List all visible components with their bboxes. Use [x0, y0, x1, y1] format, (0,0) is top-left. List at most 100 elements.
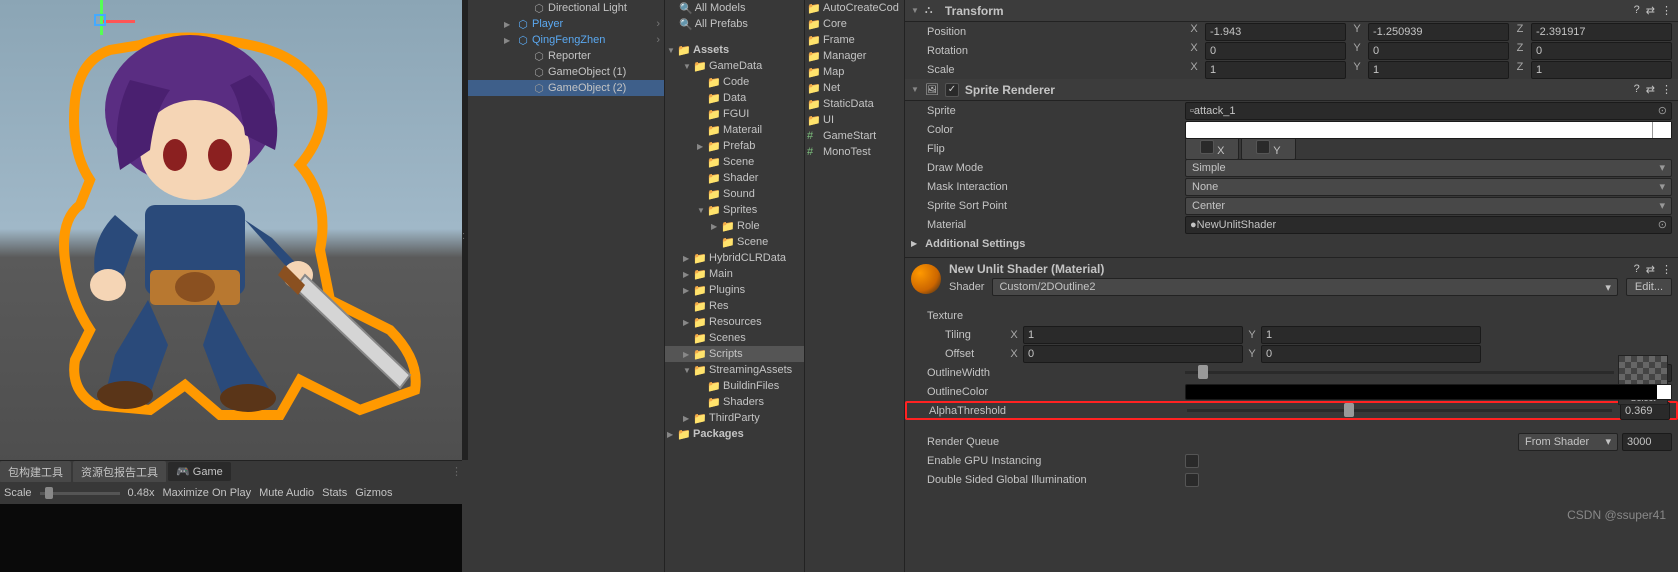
- transform-header[interactable]: ▼ ⛬ Transform ?⇄⋮: [905, 0, 1678, 22]
- asset-item-0[interactable]: ▼📁GameData: [665, 58, 804, 74]
- hierarchy-item-3[interactable]: ⬡Reporter: [468, 48, 664, 64]
- position-z[interactable]: -2.391917: [1531, 23, 1672, 41]
- folder-item-1[interactable]: 📁Core: [805, 16, 904, 32]
- folder-item-0[interactable]: 📁AutoCreateCod: [805, 0, 904, 16]
- offset-x[interactable]: 0: [1023, 345, 1243, 363]
- folder-item-3[interactable]: 📁Manager: [805, 48, 904, 64]
- pkg-report-btn[interactable]: 资源包报告工具: [73, 461, 166, 483]
- maximize-toggle[interactable]: Maximize On Play: [162, 487, 251, 499]
- menu-icon[interactable]: ⋮: [1661, 83, 1672, 96]
- alpha-slider[interactable]: [1187, 409, 1612, 412]
- asset-item-18[interactable]: ▶📁Scripts: [665, 346, 804, 362]
- folder-item-5[interactable]: 📁Net: [805, 80, 904, 96]
- asset-item-16[interactable]: ▶📁Resources: [665, 314, 804, 330]
- asset-item-9[interactable]: ▼📁Sprites: [665, 202, 804, 218]
- gpu-instancing-cb[interactable]: [1185, 454, 1199, 468]
- folder-item-2[interactable]: 📁Frame: [805, 32, 904, 48]
- folder-item-6[interactable]: 📁StaticData: [805, 96, 904, 112]
- asset-item-6[interactable]: 📁Scene: [665, 154, 804, 170]
- asset-item-11[interactable]: 📁Scene: [665, 234, 804, 250]
- help-icon[interactable]: ?: [1634, 263, 1640, 276]
- position-y[interactable]: -1.250939: [1368, 23, 1509, 41]
- asset-item-8[interactable]: 📁Sound: [665, 186, 804, 202]
- flip-y[interactable]: Y: [1241, 137, 1295, 160]
- panel-divider[interactable]: [462, 0, 468, 460]
- render-queue-dd[interactable]: From Shader: [1518, 433, 1618, 451]
- asset-item-2[interactable]: 📁Data: [665, 90, 804, 106]
- game-tab[interactable]: 🎮 Game: [168, 462, 231, 481]
- folder-content-panel[interactable]: 📁AutoCreateCod📁Core📁Frame📁Manager📁Map📁Ne…: [804, 0, 904, 572]
- folder-item-7[interactable]: 📁UI: [805, 112, 904, 128]
- rotation-x[interactable]: 0: [1205, 42, 1346, 60]
- sprite-renderer-header[interactable]: ▼ 🖼 Sprite Renderer ?⇄⋮: [905, 79, 1678, 101]
- asset-item-17[interactable]: 📁Scenes: [665, 330, 804, 346]
- asset-item-5[interactable]: ▶📁Prefab: [665, 138, 804, 154]
- outline-width-slider[interactable]: [1185, 371, 1614, 374]
- menu-icon[interactable]: ⋮: [1661, 263, 1672, 276]
- material-field[interactable]: ●NewUnlitShader: [1185, 216, 1672, 234]
- scale-x[interactable]: 1: [1205, 61, 1346, 79]
- tiling-y[interactable]: 1: [1261, 326, 1481, 344]
- scale-slider[interactable]: [40, 492, 120, 495]
- asset-item-14[interactable]: ▶📁Plugins: [665, 282, 804, 298]
- scene-view[interactable]: 包构建工具 资源包报告工具 🎮 Game ⋮ Scale 0.48x Maxim…: [0, 0, 462, 572]
- packages-root[interactable]: ▶📁Packages: [665, 426, 804, 442]
- search-all-prefabs[interactable]: 🔍All Prefabs: [665, 16, 804, 32]
- outline-color-field[interactable]: [1185, 384, 1672, 400]
- edit-shader-btn[interactable]: Edit...: [1626, 278, 1672, 296]
- folder-item-9[interactable]: #MonoTest: [805, 144, 904, 160]
- asset-item-1[interactable]: 📁Code: [665, 74, 804, 90]
- asset-item-22[interactable]: ▶📁ThirdParty: [665, 410, 804, 426]
- position-x[interactable]: -1.943: [1205, 23, 1346, 41]
- hierarchy-item-4[interactable]: ⬡GameObject (1): [468, 64, 664, 80]
- sprite-renderer-enable[interactable]: [945, 83, 959, 97]
- asset-item-10[interactable]: ▶📁Role: [665, 218, 804, 234]
- project-panel[interactable]: 🔍All Models 🔍All Prefabs ▼📁Assets ▼📁Game…: [664, 0, 804, 572]
- asset-item-15[interactable]: 📁Res: [665, 298, 804, 314]
- tiling-x[interactable]: 1: [1023, 326, 1243, 344]
- additional-settings[interactable]: Additional Settings: [925, 238, 1025, 250]
- flip-x[interactable]: X: [1185, 137, 1239, 160]
- hierarchy-item-1[interactable]: ▶⬡Player›: [468, 16, 664, 32]
- rotation-z[interactable]: 0: [1531, 42, 1672, 60]
- assets-root[interactable]: ▼📁Assets: [665, 42, 804, 58]
- folder-item-4[interactable]: 📁Map: [805, 64, 904, 80]
- double-sided-cb[interactable]: [1185, 473, 1199, 487]
- sprite-field[interactable]: ▫attack_1: [1185, 102, 1672, 120]
- mute-toggle[interactable]: Mute Audio: [259, 487, 314, 499]
- asset-item-20[interactable]: 📁BuildinFiles: [665, 378, 804, 394]
- menu-icon[interactable]: ⋮: [1661, 4, 1672, 17]
- preset-icon[interactable]: ⇄: [1646, 4, 1655, 17]
- hierarchy-item-2[interactable]: ▶⬡QingFengZhen›: [468, 32, 664, 48]
- scale-y[interactable]: 1: [1368, 61, 1509, 79]
- preset-icon[interactable]: ⇄: [1646, 263, 1655, 276]
- help-icon[interactable]: ?: [1634, 83, 1640, 96]
- mask-dd[interactable]: None: [1185, 178, 1672, 196]
- pkg-build-btn[interactable]: 包构建工具: [0, 461, 71, 483]
- scale-z[interactable]: 1: [1531, 61, 1672, 79]
- rotation-y[interactable]: 0: [1368, 42, 1509, 60]
- render-queue-value[interactable]: 3000: [1622, 433, 1672, 451]
- stats-toggle[interactable]: Stats: [322, 487, 347, 499]
- asset-item-21[interactable]: 📁Shaders: [665, 394, 804, 410]
- sort-dd[interactable]: Center: [1185, 197, 1672, 215]
- hierarchy-item-5[interactable]: ⬡GameObject (2): [468, 80, 664, 96]
- gizmos-toggle[interactable]: Gizmos: [355, 487, 392, 499]
- draw-mode-dd[interactable]: Simple: [1185, 159, 1672, 177]
- search-all-models[interactable]: 🔍All Models: [665, 0, 804, 16]
- shader-dropdown[interactable]: Custom/2DOutline2: [992, 278, 1617, 296]
- folder-item-8[interactable]: #GameStart: [805, 128, 904, 144]
- preset-icon[interactable]: ⇄: [1646, 83, 1655, 96]
- asset-item-19[interactable]: ▼📁StreamingAssets: [665, 362, 804, 378]
- asset-item-7[interactable]: 📁Shader: [665, 170, 804, 186]
- asset-item-13[interactable]: ▶📁Main: [665, 266, 804, 282]
- help-icon[interactable]: ?: [1634, 4, 1640, 17]
- hierarchy-panel[interactable]: ⬡Directional Light▶⬡Player›▶⬡QingFengZhe…: [468, 0, 664, 572]
- asset-item-3[interactable]: 📁FGUI: [665, 106, 804, 122]
- asset-item-12[interactable]: ▶📁HybridCLRData: [665, 250, 804, 266]
- hierarchy-item-0[interactable]: ⬡Directional Light: [468, 0, 664, 16]
- color-field[interactable]: [1185, 121, 1672, 139]
- inspector-panel[interactable]: ▼ ⛬ Transform ?⇄⋮ Position X-1.943 Y-1.2…: [904, 0, 1678, 572]
- offset-y[interactable]: 0: [1261, 345, 1481, 363]
- asset-item-4[interactable]: 📁Materail: [665, 122, 804, 138]
